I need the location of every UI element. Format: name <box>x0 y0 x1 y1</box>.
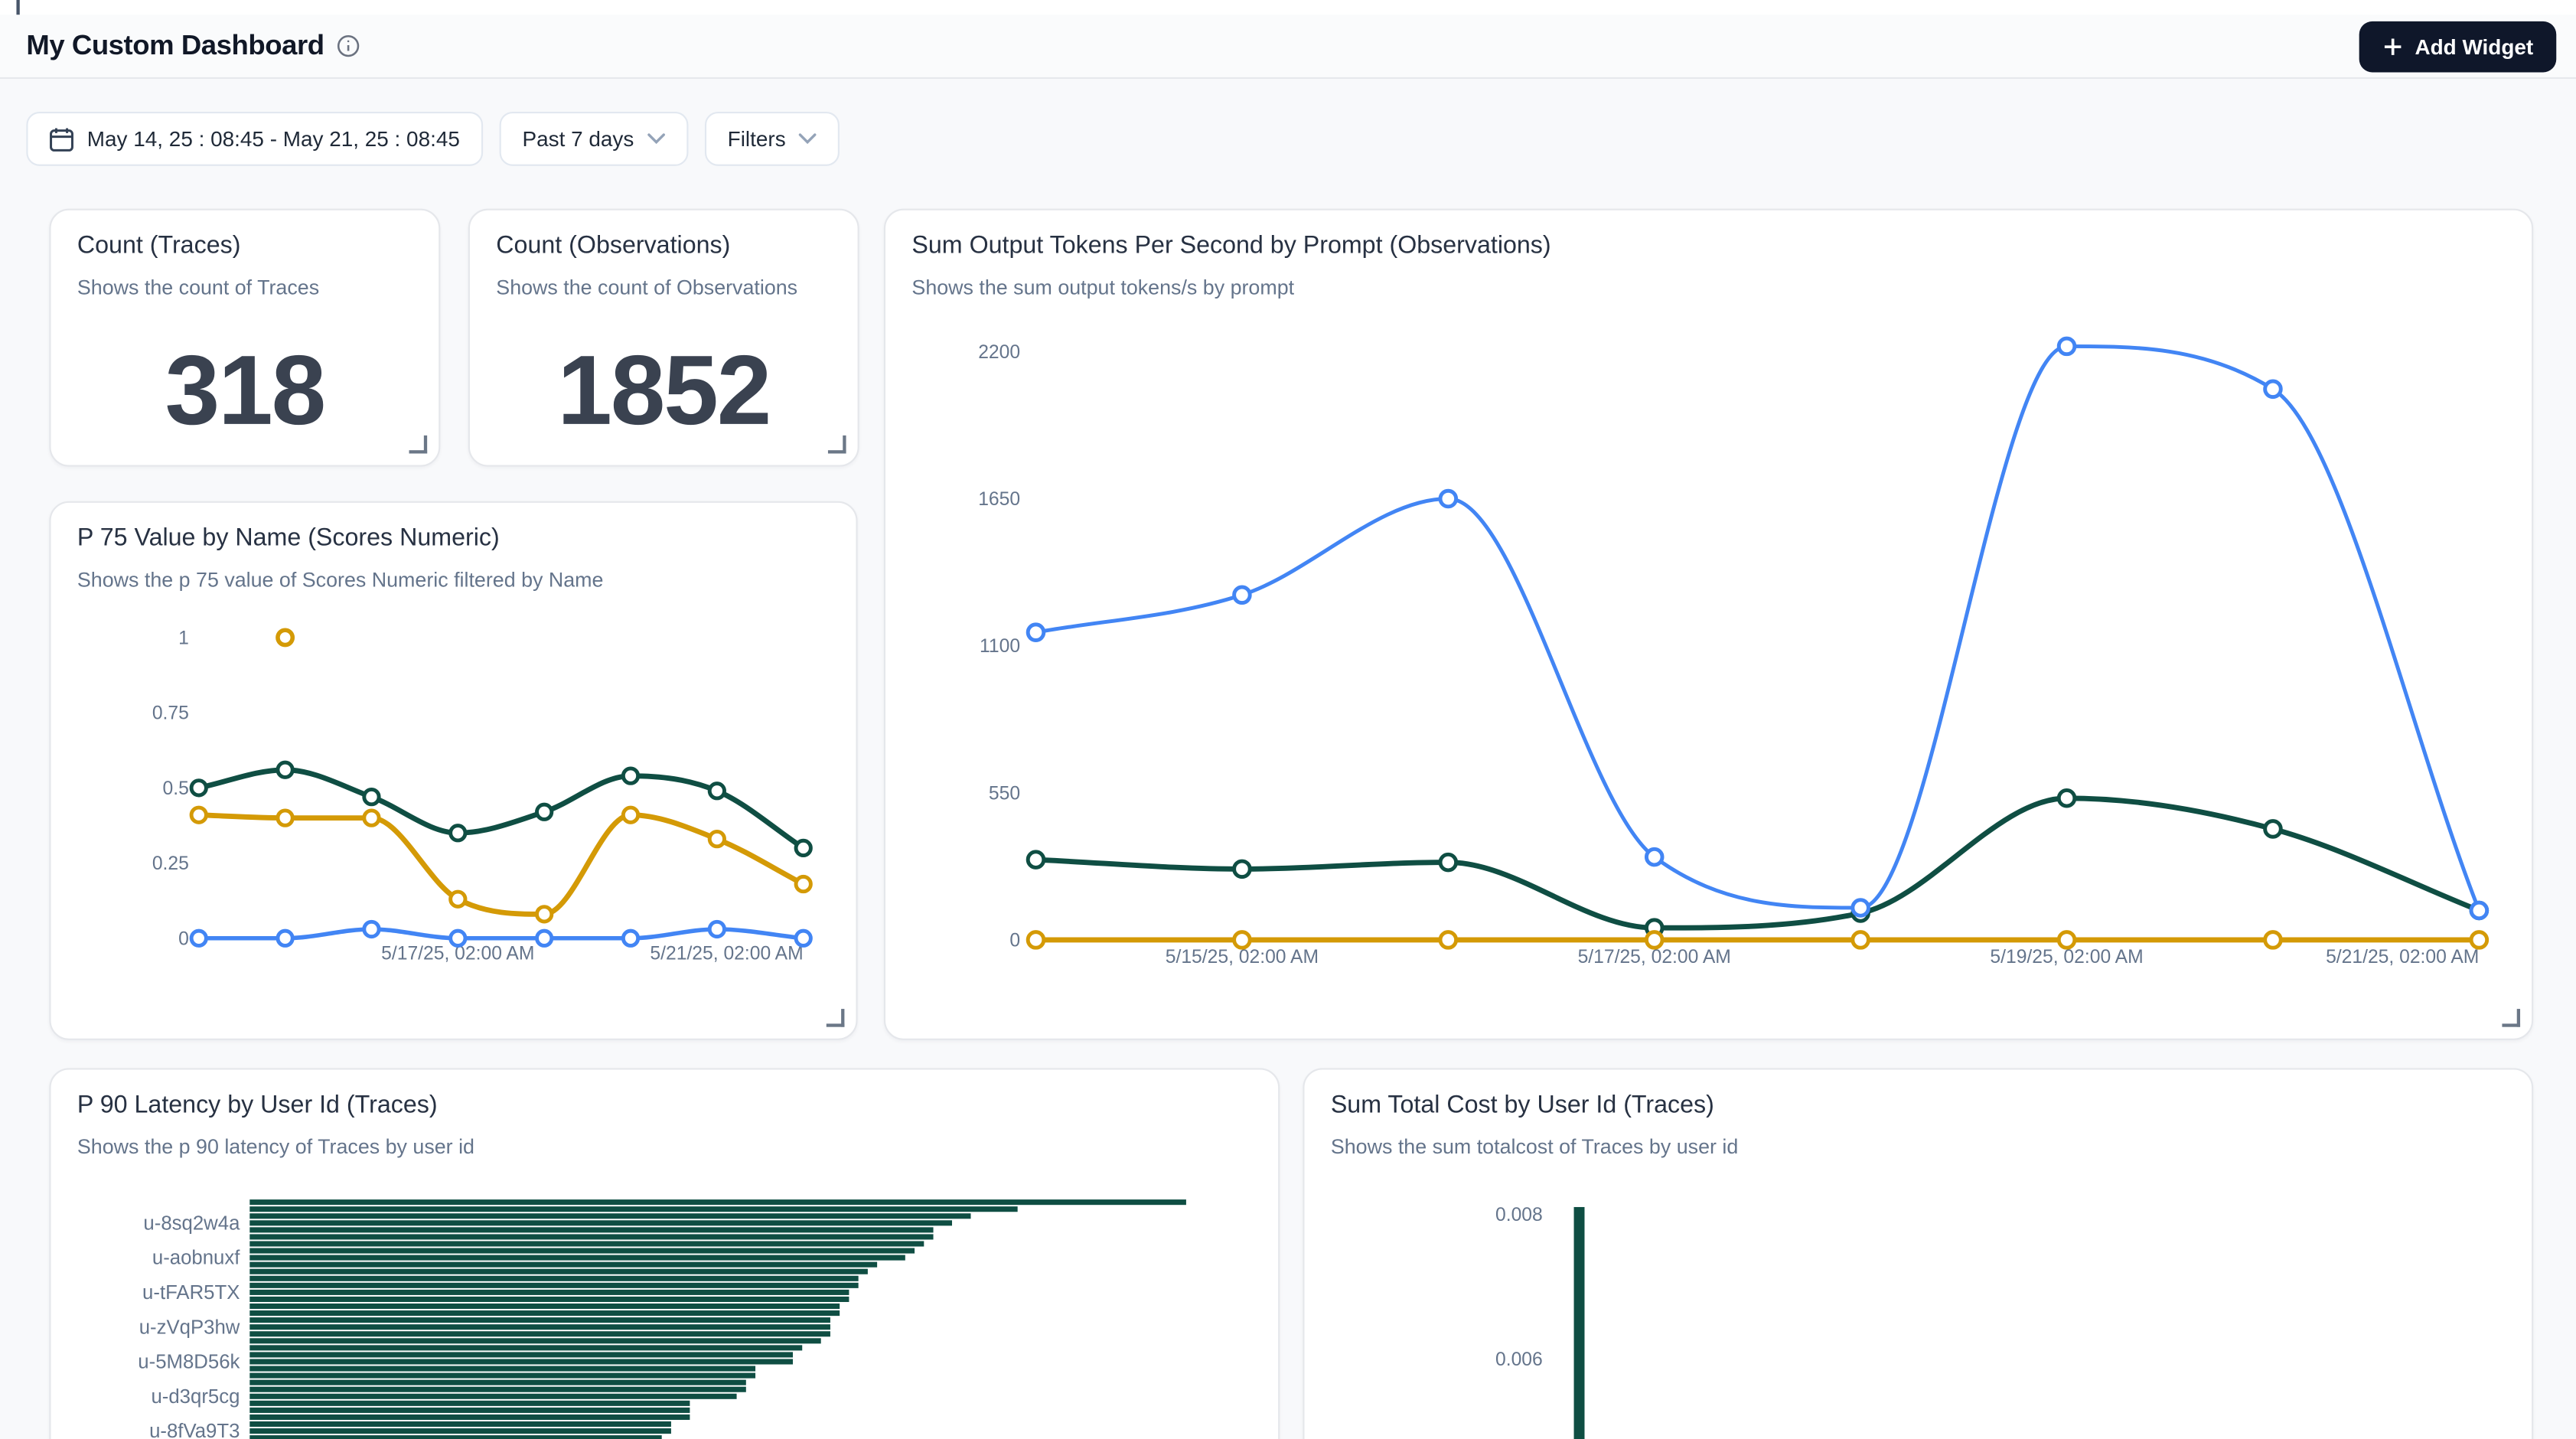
svg-text:0: 0 <box>1009 930 1020 951</box>
p90-bar-chart[interactable]: u-8sq2w4a u-aobnuxf u-tFAR5TX u-zVqP3hw u-5M… <box>51 1070 1280 1439</box>
pane-divider <box>16 0 19 15</box>
widget-p90-latency: P 90 Latency by User Id (Traces) Shows t… <box>49 1068 1280 1439</box>
svg-text:1650: 1650 <box>978 489 1020 510</box>
add-widget-label: Add Widget <box>2415 34 2533 58</box>
widget-p75-value: P 75 Value by Name (Scores Numeric) Show… <box>49 501 857 1040</box>
date-range-button[interactable]: May 14, 25 : 08:45 - May 21, 25 : 08:45 <box>26 112 483 166</box>
svg-text:0.25: 0.25 <box>152 853 189 874</box>
dashboard-page: My Custom Dashboard Add Widget M <box>0 0 2576 1439</box>
svg-text:2200: 2200 <box>978 342 1020 363</box>
svg-text:550: 550 <box>989 783 1020 804</box>
svg-text:5/21/25, 02:00 AM: 5/21/25, 02:00 AM <box>650 944 803 964</box>
svg-text:5/19/25, 02:00 AM: 5/19/25, 02:00 AM <box>1990 947 2143 967</box>
filters-dropdown[interactable]: Filters <box>705 112 840 166</box>
add-widget-button[interactable]: Add Widget <box>2359 21 2556 72</box>
svg-text:1100: 1100 <box>980 636 1020 657</box>
p75-line-chart[interactable]: 00.250.50.7515/17/25, 02:00 AM5/21/25, 0… <box>51 503 858 1040</box>
plus-icon <box>2382 35 2404 57</box>
resize-handle[interactable] <box>409 436 428 454</box>
svg-text:5/15/25, 02:00 AM: 5/15/25, 02:00 AM <box>1166 947 1319 967</box>
widget-title: Count (Traces) <box>77 232 412 262</box>
filter-toolbar: May 14, 25 : 08:45 - May 21, 25 : 08:45 … <box>26 112 840 166</box>
svg-text:5/17/25, 02:00 AM: 5/17/25, 02:00 AM <box>1578 947 1731 967</box>
info-icon[interactable] <box>337 34 360 57</box>
svg-text:0.008: 0.008 <box>1495 1205 1543 1225</box>
date-range-label: May 14, 25 : 08:45 - May 21, 25 : 08:45 <box>87 126 460 151</box>
widget-count-observations: Count (Observations) Shows the count of … <box>468 209 859 467</box>
resize-handle[interactable] <box>827 1009 845 1027</box>
cost-bar-chart[interactable]: 0.008 0.006 <box>1304 1070 2533 1439</box>
widget-title: Count (Observations) <box>496 232 831 262</box>
chevron-down-icon <box>647 133 665 145</box>
svg-text:u-8fVa9T3: u-8fVa9T3 <box>149 1421 240 1439</box>
svg-text:u-tFAR5TX: u-tFAR5TX <box>142 1282 240 1304</box>
resize-handle[interactable] <box>2502 1009 2520 1027</box>
widget-subtitle: Shows the count of Observations <box>496 276 831 299</box>
svg-text:u-aobnuxf: u-aobnuxf <box>152 1248 240 1269</box>
svg-text:0.75: 0.75 <box>152 703 189 724</box>
date-preset-dropdown[interactable]: Past 7 days <box>499 112 688 166</box>
svg-text:u-8sq2w4a: u-8sq2w4a <box>143 1212 240 1234</box>
widget-subtitle: Shows the count of Traces <box>77 276 412 299</box>
filters-label: Filters <box>728 126 786 151</box>
widget-count-traces: Count (Traces) Shows the count of Traces… <box>49 209 440 467</box>
widget-tokens-per-second: Sum Output Tokens Per Second by Prompt (… <box>884 209 2533 1040</box>
svg-text:1: 1 <box>178 628 189 649</box>
count-value: 1852 <box>470 328 858 452</box>
svg-text:u-zVqP3hw: u-zVqP3hw <box>139 1317 240 1338</box>
tokens-line-chart[interactable]: 0 550 1100 1650 2200 5/15/25, 02:00 AM 5/17/25… <box>885 210 2533 1040</box>
resize-handle[interactable] <box>828 436 846 454</box>
page-header: My Custom Dashboard Add Widget <box>0 15 2576 79</box>
count-value: 318 <box>51 328 439 452</box>
svg-text:0.5: 0.5 <box>163 778 189 799</box>
page-title: My Custom Dashboard <box>26 30 324 63</box>
svg-text:0: 0 <box>178 928 189 949</box>
top-strip <box>0 0 2576 15</box>
widget-total-cost: Sum Total Cost by User Id (Traces) Shows… <box>1303 1068 2533 1439</box>
svg-text:0.006: 0.006 <box>1495 1349 1543 1370</box>
date-preset-label: Past 7 days <box>522 126 634 151</box>
chevron-down-icon <box>799 133 817 145</box>
svg-text:u-d3qr5cg: u-d3qr5cg <box>151 1386 240 1408</box>
svg-text:u-5M8D56k: u-5M8D56k <box>138 1352 240 1373</box>
svg-text:5/21/25, 02:00 AM: 5/21/25, 02:00 AM <box>2326 947 2479 967</box>
calendar-icon <box>49 126 73 152</box>
